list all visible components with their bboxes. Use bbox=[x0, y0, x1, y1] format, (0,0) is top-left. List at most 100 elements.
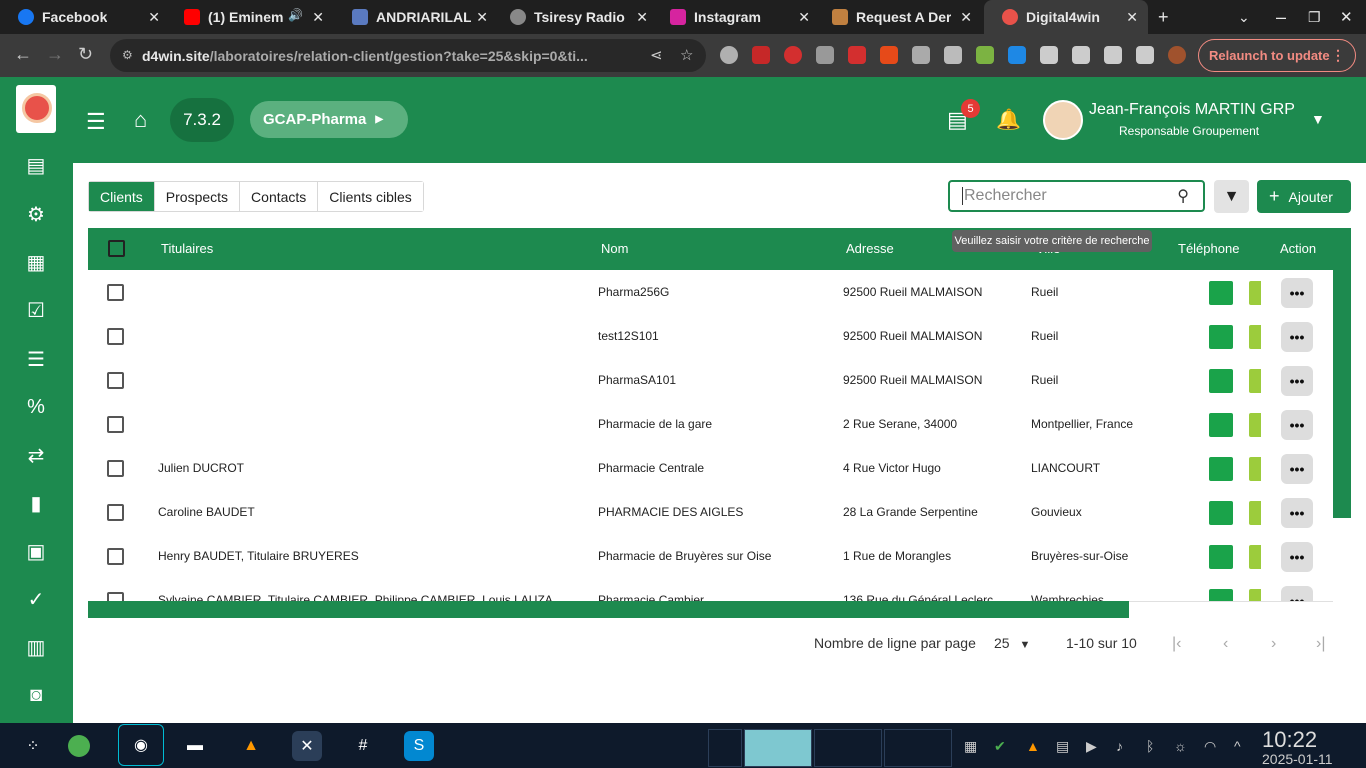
workspace-pager-4[interactable] bbox=[884, 729, 952, 767]
vertical-scrollbar[interactable] bbox=[1333, 228, 1351, 518]
col-nom[interactable]: Nom bbox=[601, 241, 628, 256]
tab-search-icon[interactable]: ⌄ bbox=[1238, 9, 1250, 26]
app-launcher-icon[interactable]: ⁘ bbox=[18, 731, 48, 761]
phone-secondary-button[interactable] bbox=[1249, 325, 1261, 349]
extension-pen-icon[interactable] bbox=[912, 46, 930, 64]
phone-button[interactable] bbox=[1209, 281, 1233, 305]
site-info-icon[interactable]: ⚙ bbox=[122, 48, 133, 62]
phone-secondary-button[interactable] bbox=[1249, 545, 1261, 569]
table-row[interactable]: Pharmacie de la gare 2 Rue Serane, 34000… bbox=[88, 402, 1333, 446]
brightness-icon[interactable]: ☼ bbox=[1174, 738, 1187, 754]
downloads-icon[interactable] bbox=[1104, 46, 1122, 64]
app-logo[interactable] bbox=[16, 85, 56, 133]
phone-secondary-button[interactable] bbox=[1249, 281, 1261, 305]
tray-clipboard-icon[interactable]: ▤ bbox=[1056, 738, 1069, 755]
menu-dots-icon[interactable]: ⋮ bbox=[1331, 47, 1345, 64]
add-button[interactable]: + Ajouter bbox=[1257, 180, 1351, 213]
media-queue-icon[interactable] bbox=[1072, 46, 1090, 64]
extension-vpn-icon[interactable] bbox=[816, 46, 834, 64]
tray-expand-icon[interactable]: ^ bbox=[1234, 738, 1241, 754]
discount-icon[interactable]: % bbox=[24, 395, 48, 419]
relaunch-button[interactable]: Relaunch to update ⋮ bbox=[1198, 39, 1356, 72]
table-row[interactable]: Pharma256G 92500 Rueil MALMAISON Rueil •… bbox=[88, 270, 1333, 314]
speaker-icon[interactable]: 🔊 bbox=[288, 8, 303, 22]
bookmark-star-icon[interactable]: ☆ bbox=[680, 46, 693, 64]
row-action-button[interactable]: ••• bbox=[1281, 322, 1313, 352]
tray-check-icon[interactable]: ✔ bbox=[994, 738, 1006, 755]
clock-date[interactable]: 2025-01-11 bbox=[1262, 751, 1333, 767]
extension-download-icon[interactable] bbox=[976, 46, 994, 64]
tab-contacts[interactable]: Contacts bbox=[240, 182, 319, 211]
phone-secondary-button[interactable] bbox=[1249, 457, 1261, 481]
col-adresse[interactable]: Adresse bbox=[846, 241, 894, 256]
tab-clients[interactable]: Clients bbox=[89, 182, 155, 211]
downloader-icon[interactable] bbox=[68, 735, 90, 757]
close-tab-icon[interactable]: ✕ bbox=[636, 9, 648, 26]
row-action-button[interactable]: ••• bbox=[1281, 278, 1313, 308]
select-all-checkbox[interactable] bbox=[108, 240, 125, 257]
calendar-icon[interactable]: ▦ bbox=[24, 250, 48, 274]
close-tab-icon[interactable]: ✕ bbox=[798, 9, 810, 26]
address-bar[interactable]: ⚙ d4win.site/laboratoires/relation-clien… bbox=[110, 39, 706, 72]
minimize-icon[interactable]: – bbox=[1276, 7, 1286, 28]
workspace-pager-2[interactable] bbox=[744, 729, 812, 767]
extension-ublock-icon[interactable] bbox=[752, 46, 770, 64]
extension-owl-icon[interactable] bbox=[720, 46, 738, 64]
browser-tab-request[interactable]: Request A Der ✕ bbox=[814, 0, 982, 34]
extension-c-icon[interactable] bbox=[880, 46, 898, 64]
chevron-down-icon[interactable]: ▼ bbox=[1311, 111, 1325, 127]
close-tab-icon[interactable]: ✕ bbox=[476, 9, 488, 26]
col-telephone[interactable]: Téléphone bbox=[1178, 241, 1239, 256]
previous-page-icon[interactable]: ‹ bbox=[1223, 635, 1228, 653]
table-row[interactable]: Caroline BAUDET PHARMACIE DES AIGLES 28 … bbox=[88, 490, 1333, 534]
search-icon[interactable]: ⚲ bbox=[1177, 186, 1189, 206]
horizontal-scrollbar[interactable] bbox=[88, 601, 1129, 618]
extension-window-icon[interactable] bbox=[944, 46, 962, 64]
close-tab-icon[interactable]: ✕ bbox=[312, 9, 324, 26]
chrome-taskbar-icon[interactable]: ◉ bbox=[118, 724, 164, 766]
first-page-icon[interactable]: |‹ bbox=[1172, 635, 1181, 653]
tab-clients-cibles[interactable]: Clients cibles bbox=[318, 182, 423, 211]
close-tab-icon[interactable]: ✕ bbox=[148, 9, 160, 26]
phone-secondary-button[interactable] bbox=[1249, 369, 1261, 393]
row-checkbox[interactable] bbox=[107, 460, 124, 477]
settings-icon[interactable]: ⚙ bbox=[24, 202, 48, 226]
phone-button[interactable] bbox=[1209, 325, 1233, 349]
row-checkbox[interactable] bbox=[107, 548, 124, 565]
vlc-icon[interactable]: ▲ bbox=[236, 731, 266, 761]
row-action-button[interactable]: ••• bbox=[1281, 542, 1313, 572]
checklist-icon[interactable]: ☑ bbox=[24, 298, 48, 322]
tray-window-icon[interactable]: ▦ bbox=[964, 738, 977, 755]
bluetooth-icon[interactable]: ᛒ bbox=[1146, 738, 1154, 754]
close-tab-icon[interactable]: ✕ bbox=[960, 9, 972, 26]
next-page-icon[interactable]: › bbox=[1271, 635, 1276, 653]
receipt-icon[interactable]: ☰ bbox=[24, 347, 48, 371]
last-page-icon[interactable]: ›| bbox=[1316, 635, 1325, 653]
bar-chart-icon[interactable]: ▥ bbox=[24, 635, 48, 659]
restore-icon[interactable]: ❐ bbox=[1308, 9, 1321, 26]
forward-icon[interactable]: → bbox=[46, 44, 64, 65]
skype-icon[interactable]: S bbox=[404, 731, 434, 761]
row-action-button[interactable]: ••• bbox=[1281, 366, 1313, 396]
row-checkbox[interactable] bbox=[107, 416, 124, 433]
tray-vlc-icon[interactable]: ▲ bbox=[1026, 738, 1040, 754]
home-icon[interactable]: ⌂ bbox=[134, 107, 147, 133]
share-icon[interactable]: ⋖ bbox=[650, 46, 663, 64]
phone-button[interactable] bbox=[1209, 501, 1233, 525]
avatar[interactable] bbox=[1043, 100, 1083, 140]
tray-media-icon[interactable]: ▶ bbox=[1086, 738, 1097, 755]
row-action-button[interactable]: ••• bbox=[1281, 454, 1313, 484]
phone-button[interactable] bbox=[1209, 457, 1233, 481]
rows-per-page-select[interactable]: 25 ▼ bbox=[994, 635, 1030, 651]
row-action-button[interactable]: ••• bbox=[1281, 410, 1313, 440]
event-icon[interactable]: ▣ bbox=[24, 539, 48, 563]
browser-tab-facebook[interactable]: Facebook ✕ bbox=[0, 0, 170, 34]
col-titulaires[interactable]: Titulaires bbox=[161, 241, 213, 256]
slack-icon[interactable]: # bbox=[348, 731, 378, 761]
contact-card-icon[interactable]: ◙ bbox=[24, 683, 48, 707]
search-input[interactable]: Rechercher ⚲ bbox=[948, 180, 1205, 212]
row-checkbox[interactable] bbox=[107, 328, 124, 345]
clipboard-list-icon[interactable]: ▤ bbox=[24, 153, 48, 177]
reload-icon[interactable]: ↻ bbox=[78, 44, 93, 65]
row-checkbox[interactable] bbox=[107, 592, 124, 601]
